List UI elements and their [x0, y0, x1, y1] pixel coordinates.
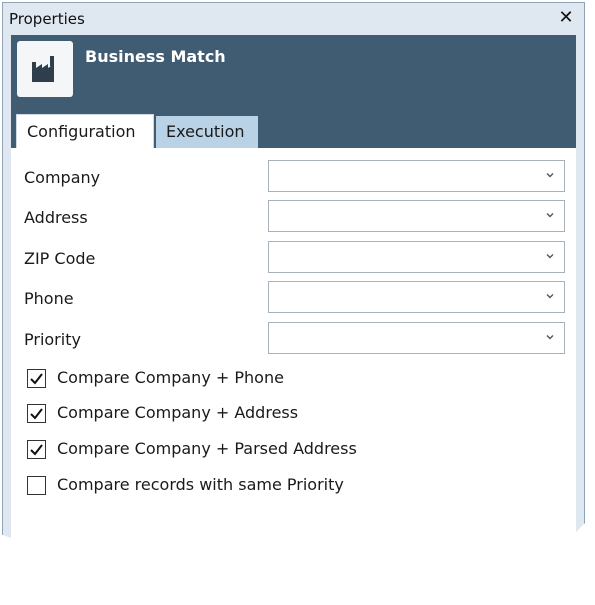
chevron-down-icon: [546, 173, 554, 178]
component-header: Business Match Configuration Execution: [11, 35, 576, 148]
checkmark-icon: [30, 408, 43, 420]
field-row-address: Address: [11, 200, 576, 236]
zip-code-combobox[interactable]: [268, 241, 565, 273]
field-row-company: Company: [11, 160, 576, 196]
checkbox[interactable]: [27, 404, 46, 423]
field-label-zip-code: ZIP Code: [24, 249, 96, 268]
company-combobox[interactable]: [268, 160, 565, 192]
window-title: Properties: [9, 10, 85, 28]
tab-configuration[interactable]: Configuration: [16, 114, 154, 148]
checkmark-icon: [30, 373, 43, 385]
chevron-down-icon: [546, 294, 554, 299]
checkbox[interactable]: [27, 476, 46, 495]
field-label-company: Company: [24, 168, 101, 187]
checkbox[interactable]: [27, 369, 46, 388]
checkbox-label: Compare records with same Priority: [57, 475, 344, 494]
field-label-priority: Priority: [24, 330, 81, 349]
field-row-priority: Priority: [11, 322, 576, 358]
close-button[interactable]: ✕: [556, 7, 576, 29]
chevron-down-icon: [546, 254, 554, 259]
tab-execution[interactable]: Execution: [156, 116, 258, 148]
title-bar: Properties ✕: [3, 3, 584, 35]
properties-window: Properties ✕ Business Match Configuratio…: [2, 2, 585, 547]
checkmark-icon: [30, 444, 43, 456]
configuration-panel: Company Address ZIP Code Phone Priority: [11, 148, 576, 547]
chevron-down-icon: [546, 213, 554, 218]
checkbox[interactable]: [27, 440, 46, 459]
component-title: Business Match: [85, 47, 226, 66]
address-combobox[interactable]: [268, 200, 565, 232]
field-label-address: Address: [24, 208, 88, 227]
phone-combobox[interactable]: [268, 281, 565, 313]
field-label-phone: Phone: [24, 289, 74, 308]
factory-icon: [17, 41, 73, 97]
field-row-phone: Phone: [11, 281, 576, 317]
checkbox-label: Compare Company + Address: [57, 403, 299, 422]
chevron-down-icon: [546, 335, 554, 340]
field-row-zip-code: ZIP Code: [11, 241, 576, 277]
checkbox-label: Compare Company + Phone: [57, 368, 284, 387]
priority-combobox[interactable]: [268, 322, 565, 354]
checkbox-label: Compare Company + Parsed Address: [57, 439, 357, 458]
